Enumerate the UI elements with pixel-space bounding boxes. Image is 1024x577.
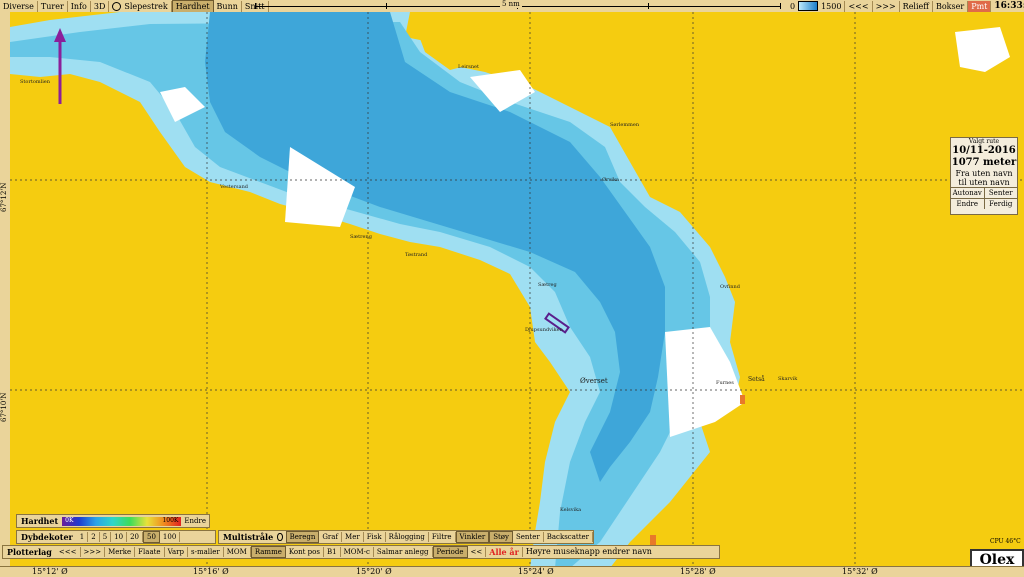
latitude-label: 67°10'N: [0, 392, 8, 422]
menu-turer[interactable]: Turer: [38, 0, 68, 12]
depth-color-scale[interactable]: [798, 1, 819, 11]
relieff-button[interactable]: Relieff: [900, 0, 933, 12]
place-label: Skarvik: [778, 376, 798, 382]
b1-button[interactable]: B1: [324, 547, 341, 557]
place-label: Djupsundviken: [525, 327, 563, 333]
periode-button[interactable]: Periode: [432, 546, 468, 558]
varp-button[interactable]: Varp: [165, 547, 188, 557]
mer-button[interactable]: Mer: [342, 532, 364, 542]
depth-min-label: 0: [790, 1, 796, 11]
route-to: til uten navn: [958, 178, 1010, 187]
flaate-button[interactable]: Flaate: [135, 547, 165, 557]
latitude-label: 67°12'N: [0, 182, 8, 212]
fisk-button[interactable]: Fisk: [364, 532, 386, 542]
bunn-button[interactable]: Bunn: [214, 0, 242, 12]
hardhet-edit-button[interactable]: Endre: [181, 516, 209, 526]
depth-contour-5[interactable]: 5: [100, 532, 112, 542]
facility-marker: [740, 395, 745, 404]
depth-contour-2[interactable]: 2: [88, 532, 100, 542]
place-label: Sørlemmen: [610, 122, 640, 128]
plotterlag-row: Plotterlag <<< >>> Merke Flaate Varp s-m…: [2, 545, 720, 559]
place-label: Tøstrand: [405, 252, 428, 258]
place-label: Vestersand: [220, 184, 249, 190]
vinkler-button[interactable]: Vinkler: [455, 531, 490, 543]
hardhet-min: 0K: [65, 516, 74, 524]
plotter-next-button[interactable]: >>>: [81, 547, 106, 557]
senter-ms-button[interactable]: Senter: [513, 532, 544, 542]
place-label: Kelsvika: [560, 507, 582, 513]
clock: 16:33:48: [994, 0, 1024, 11]
ramme-button[interactable]: Ramme: [250, 546, 286, 558]
salmar-anlegg-button[interactable]: Salmar anlegg: [374, 547, 433, 557]
hardhet-row: Hardhet 0K 100K Endre: [16, 514, 210, 528]
hardhet-max: 100K: [162, 516, 179, 524]
route-date: 10/11-2016: [952, 145, 1016, 156]
multistrale-label: Multistråle: [223, 532, 274, 542]
place-label: Sætreg: [538, 282, 557, 288]
place-label: Leirsnet: [458, 64, 480, 70]
hardhet-color-bar[interactable]: 0K 100K: [62, 516, 182, 526]
plotterlag-label: Plotterlag: [7, 547, 52, 557]
dybdekoter-row: Dybdekoter 1 2 5 10 20 50 100: [16, 530, 216, 544]
place-label: Stortomlien: [20, 79, 50, 85]
kont-pos-button[interactable]: Kont pos: [286, 547, 324, 557]
depth-contour-1[interactable]: 1: [77, 532, 89, 542]
place-label: Øverset: [580, 377, 608, 385]
depth-contour-50[interactable]: 50: [143, 531, 160, 543]
place-label: Furnes: [716, 380, 734, 386]
senter-button[interactable]: Senter: [985, 188, 1018, 198]
alle-ar-label[interactable]: Alle år: [486, 547, 523, 557]
slepestrek-toggle[interactable]: Slepestrek: [109, 0, 172, 12]
hardhet-label: Hardhet: [21, 516, 59, 526]
mom-c-button[interactable]: MOM-c: [341, 547, 374, 557]
dybdekoter-label: Dybdekoter: [21, 532, 73, 542]
mom-button[interactable]: MOM: [224, 547, 251, 557]
backscatter-button[interactable]: Backscatter: [544, 532, 593, 542]
menu-diverse[interactable]: Diverse: [0, 0, 38, 12]
depth-max-label: 1500: [818, 0, 846, 12]
depth-contour-10[interactable]: 10: [111, 532, 128, 542]
ralogging-button[interactable]: Rålogging: [386, 532, 429, 542]
endre-button[interactable]: Endre: [951, 199, 985, 209]
route-length: 1077 meter: [951, 157, 1017, 168]
radio-circle-icon[interactable]: [277, 533, 283, 541]
hint-text: Høyre museknapp endrer navn: [525, 547, 652, 556]
route-panel: Valgt rute 10/11-2016 1077 meter Fra ute…: [950, 137, 1018, 215]
beregn-button[interactable]: Beregn: [285, 531, 320, 543]
menu-info[interactable]: Info: [68, 0, 91, 12]
hardhet-button[interactable]: Hardhet: [171, 0, 214, 13]
target-circle-icon: [112, 1, 122, 11]
place-label: Sætreng: [350, 234, 372, 240]
slepestrek-label: Slepestrek: [124, 1, 168, 11]
place-label: Setså: [748, 376, 765, 383]
longitude-ruler: 15°12' Ø 15°16' Ø 15°20' Ø 15°24' Ø 15°2…: [0, 566, 1024, 577]
place-label: Ørvika: [602, 177, 619, 183]
facility-marker: [650, 535, 656, 545]
route-from: Fra uten navn: [955, 169, 1013, 178]
stoy-button[interactable]: Støy: [489, 531, 513, 543]
depth-next-button[interactable]: >>>: [873, 0, 900, 12]
depth-contour-20[interactable]: 20: [127, 532, 143, 542]
s-maller-button[interactable]: s-maller: [188, 547, 224, 557]
filtre-button[interactable]: Filtre: [429, 532, 456, 542]
bathymetry-map[interactable]: [10, 12, 1024, 568]
depth-prev-button[interactable]: <<<: [845, 0, 873, 12]
scale-bar: 5 nm: [255, 0, 781, 10]
multistrale-row: Multistråle Beregn Graf Mer Fisk Råloggi…: [218, 530, 594, 544]
cpu-temp: CPU 46°C: [990, 538, 1021, 545]
place-label: Ovfinnd: [720, 284, 740, 290]
periode-prev-button[interactable]: <<: [468, 547, 487, 557]
chart-map[interactable]: Leirsnet Stortomlien Vestersand Sætreng …: [10, 12, 1024, 568]
merke-button[interactable]: Merke: [105, 547, 136, 557]
pmt-button[interactable]: Pmt: [968, 0, 992, 12]
scale-label: 5 nm: [500, 0, 522, 8]
ferdig-button[interactable]: Ferdig: [985, 199, 1018, 209]
plotter-prev-button[interactable]: <<<: [56, 547, 81, 557]
depth-contour-100[interactable]: 100: [160, 532, 181, 542]
menu-3d[interactable]: 3D: [91, 0, 110, 12]
route-panel-title: Valgt rute: [968, 138, 1000, 145]
graf-button[interactable]: Graf: [319, 532, 343, 542]
bokser-button[interactable]: Bokser: [933, 0, 969, 12]
autonav-button[interactable]: Autonav: [951, 188, 985, 198]
